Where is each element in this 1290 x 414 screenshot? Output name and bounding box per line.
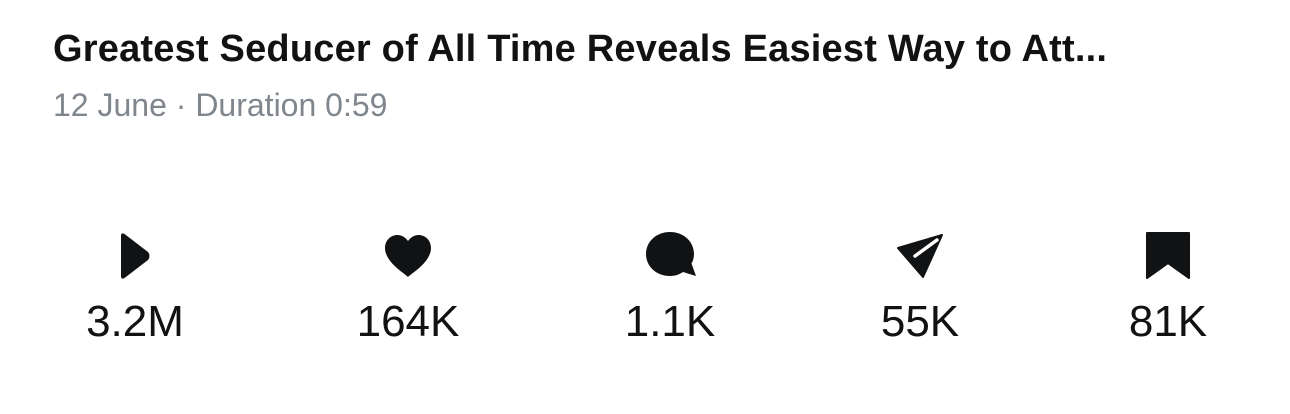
comments-count: 1.1K bbox=[624, 297, 716, 346]
plays-stat[interactable]: 3.2M bbox=[35, 226, 235, 348]
video-meta: 12 June · Duration 0:59 bbox=[53, 85, 1253, 125]
video-date: 12 June bbox=[53, 87, 167, 123]
bookmark-icon bbox=[1138, 226, 1198, 286]
video-duration: Duration 0:59 bbox=[195, 87, 388, 123]
engagement-stats-row: 3.2M 164K 1.1K 55K 81K bbox=[0, 226, 1290, 356]
saves-stat[interactable]: 81K bbox=[1068, 226, 1268, 348]
likes-count: 164K bbox=[356, 297, 460, 346]
likes-stat[interactable]: 164K bbox=[308, 226, 508, 348]
play-icon bbox=[105, 226, 165, 286]
video-title: Greatest Seducer of All Time Reveals Eas… bbox=[53, 28, 1108, 70]
meta-separator: · bbox=[166, 87, 196, 123]
share-icon bbox=[890, 226, 950, 286]
shares-count: 55K bbox=[880, 297, 960, 346]
shares-stat[interactable]: 55K bbox=[820, 226, 1020, 348]
saves-count: 81K bbox=[1128, 297, 1208, 346]
comment-icon bbox=[640, 226, 700, 286]
plays-count: 3.2M bbox=[86, 297, 184, 346]
comments-stat[interactable]: 1.1K bbox=[570, 226, 770, 348]
heart-icon bbox=[378, 226, 438, 286]
video-header: Greatest Seducer of All Time Reveals Eas… bbox=[53, 26, 1253, 125]
